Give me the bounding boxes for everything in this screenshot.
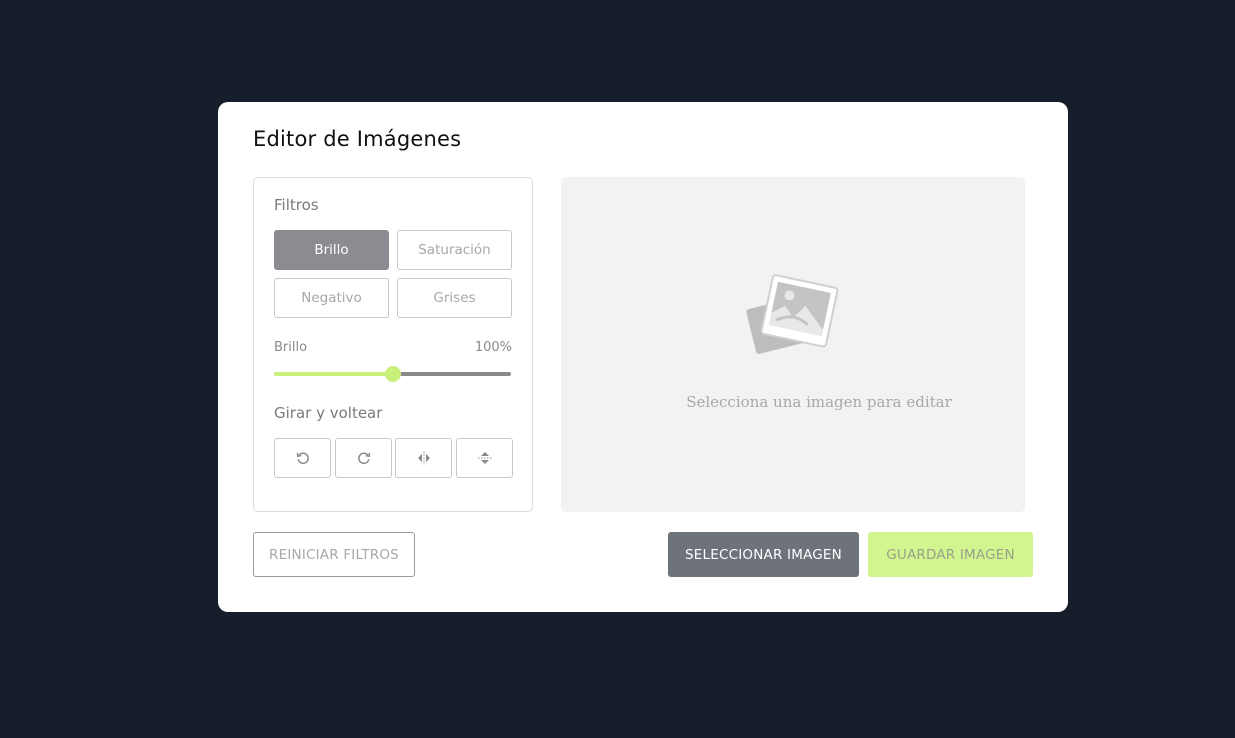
save-image-button[interactable]: GUARDAR IMAGEN — [868, 532, 1033, 577]
page-title: Editor de Imágenes — [253, 127, 462, 151]
flip-vertical-icon — [477, 452, 492, 464]
controls-panel: Filtros Brillo Saturación Negativo Grise… — [253, 177, 533, 512]
rotate-right-button[interactable] — [335, 438, 392, 478]
filter-saturacion-button[interactable]: Saturación — [397, 230, 512, 270]
slider-name: Brillo — [274, 340, 308, 355]
rotate-left-icon — [296, 452, 309, 465]
flip-horizontal-button[interactable] — [395, 438, 452, 478]
reset-filters-button[interactable]: REINICIAR FILTROS — [253, 532, 415, 577]
slider-thumb[interactable] — [384, 366, 401, 382]
placeholder-text: Selecciona una imagen para editar — [686, 393, 952, 411]
image-preview: Selecciona una imagen para editar — [561, 177, 1025, 512]
filter-negativo-button[interactable]: Negativo — [274, 278, 389, 318]
rotate-right-icon — [357, 452, 370, 465]
rotate-label: Girar y voltear — [274, 404, 383, 422]
flip-horizontal-icon — [417, 451, 430, 465]
rotate-left-button[interactable] — [274, 438, 331, 478]
filter-brillo-button[interactable]: Brillo — [274, 230, 389, 270]
filters-label: Filtros — [274, 196, 319, 214]
slider-value: 100% — [474, 340, 512, 355]
slider-fill — [274, 372, 393, 376]
select-image-button[interactable]: SELECCIONAR IMAGEN — [668, 532, 859, 577]
image-placeholder-icon — [746, 274, 839, 354]
editor-card: Editor de Imágenes Filtros Brillo Satura… — [218, 102, 1068, 612]
brightness-slider[interactable] — [274, 366, 511, 382]
flip-vertical-button[interactable] — [456, 438, 513, 478]
filter-grises-button[interactable]: Grises — [397, 278, 512, 318]
